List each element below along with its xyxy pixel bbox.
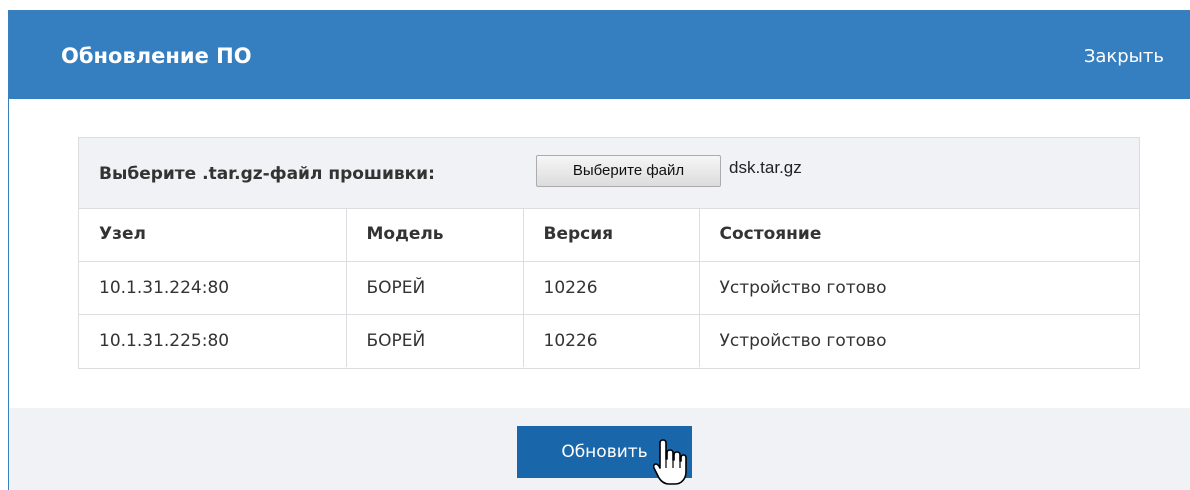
cell-node: 10.1.31.225:80 — [79, 314, 347, 367]
column-header-version: Версия — [523, 208, 700, 262]
dialog-footer: Обновить — [9, 408, 1190, 490]
cell-model: БОРЕЙ — [346, 261, 524, 315]
file-picker-row: Выберите .tar.gz-файл прошивки: Выберите… — [79, 138, 1139, 209]
firmware-update-dialog: Обновление ПО Закрыть Выберите .tar.gz-ф… — [8, 10, 1190, 490]
choose-file-button[interactable]: Выберите файл — [536, 155, 721, 187]
cell-model: БОРЕЙ — [346, 314, 524, 367]
cell-status: Устройство готово — [699, 261, 1139, 315]
column-header-model: Модель — [346, 208, 524, 262]
dialog-header: Обновление ПО Закрыть — [9, 11, 1190, 99]
dialog-title: Обновление ПО — [61, 44, 252, 68]
table-row: 10.1.31.224:80 БОРЕЙ 10226 Устройство го… — [79, 261, 1139, 315]
devices-table: Узел Модель Версия Состояние 10.1.31.224… — [79, 208, 1139, 367]
table-header-row: Узел Модель Версия Состояние — [79, 208, 1139, 262]
firmware-panel: Выберите .tar.gz-файл прошивки: Выберите… — [78, 137, 1140, 369]
file-picker-label: Выберите .tar.gz-файл прошивки: — [99, 164, 435, 184]
column-header-node: Узел — [79, 208, 347, 262]
hand-pointer-icon — [653, 439, 687, 485]
column-header-status: Состояние — [699, 208, 1139, 262]
table-row: 10.1.31.225:80 БОРЕЙ 10226 Устройство го… — [79, 314, 1139, 367]
selected-file-name: dsk.tar.gz — [729, 158, 802, 177]
close-link[interactable]: Закрыть — [1084, 45, 1164, 69]
cell-status: Устройство готово — [719, 330, 887, 351]
cell-version: 10226 — [523, 261, 700, 315]
cell-node: 10.1.31.224:80 — [79, 261, 347, 315]
cell-version: 10226 — [523, 314, 700, 367]
